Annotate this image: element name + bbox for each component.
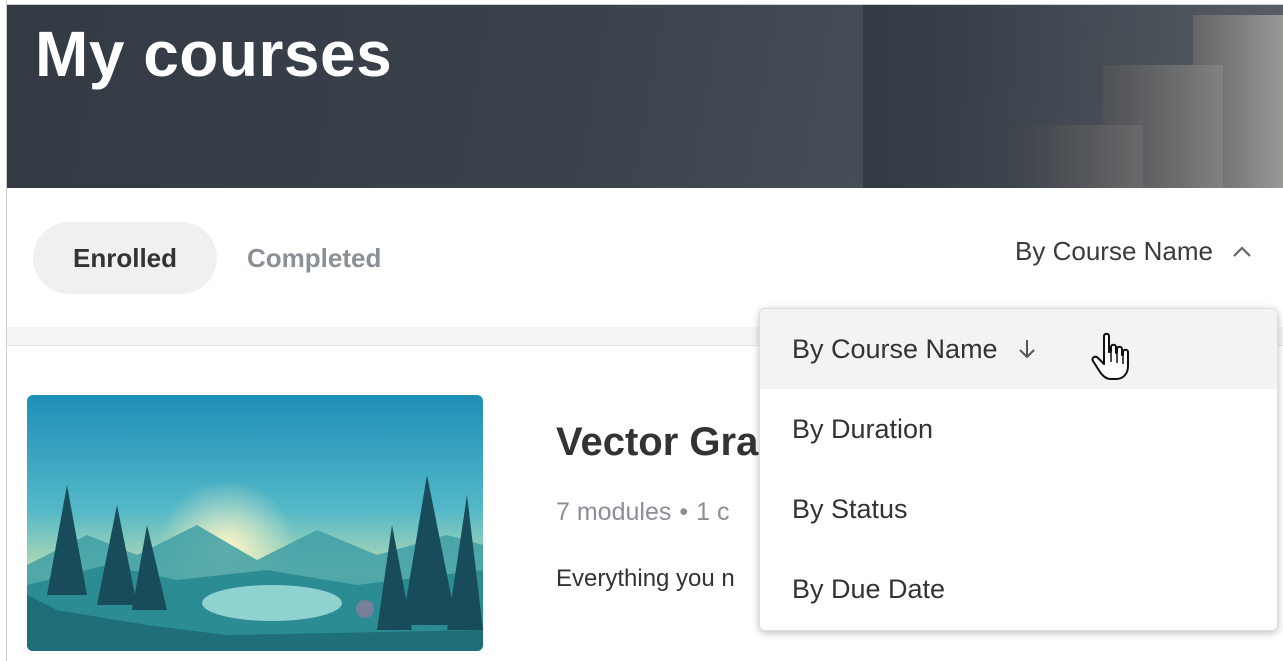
course-title[interactable]: Vector Gra [556, 420, 758, 465]
sort-option-label: By Due Date [792, 574, 946, 604]
sort-option-due-date[interactable]: By Due Date [760, 549, 1277, 629]
course-meta-extra: 1 c [696, 498, 730, 526]
sort-option-label: By Duration [792, 414, 934, 444]
banner-shade [863, 5, 1283, 188]
course-tabs: Enrolled Completed [33, 222, 421, 294]
meta-separator: • [679, 498, 689, 526]
course-thumbnail[interactable] [27, 395, 483, 651]
header-banner: My courses [7, 5, 1283, 188]
sort-current-label: By Course Name [1015, 236, 1213, 266]
course-meta: 7 modules • 1 c [556, 498, 729, 527]
course-module-count: 7 modules [556, 498, 672, 526]
tab-enrolled[interactable]: Enrolled [33, 222, 218, 294]
sort-dropdown-menu: By Course Name By Duration By Status By … [759, 308, 1278, 631]
chevron-up-icon [1233, 245, 1251, 257]
page-title: My courses [35, 18, 393, 90]
sort-option-course-name[interactable]: By Course Name [760, 309, 1277, 389]
tab-completed[interactable]: Completed [217, 222, 421, 294]
sort-option-status[interactable]: By Status [760, 469, 1277, 549]
course-description: Everything you n [556, 565, 735, 592]
sort-option-label: By Status [792, 494, 908, 524]
sort-option-duration[interactable]: By Duration [760, 389, 1277, 469]
landscape-illustration [27, 395, 483, 651]
sort-dropdown-toggle[interactable]: By Course Name [1015, 236, 1253, 267]
sort-option-label: By Course Name [792, 334, 998, 364]
arrow-down-icon [1018, 340, 1035, 359]
